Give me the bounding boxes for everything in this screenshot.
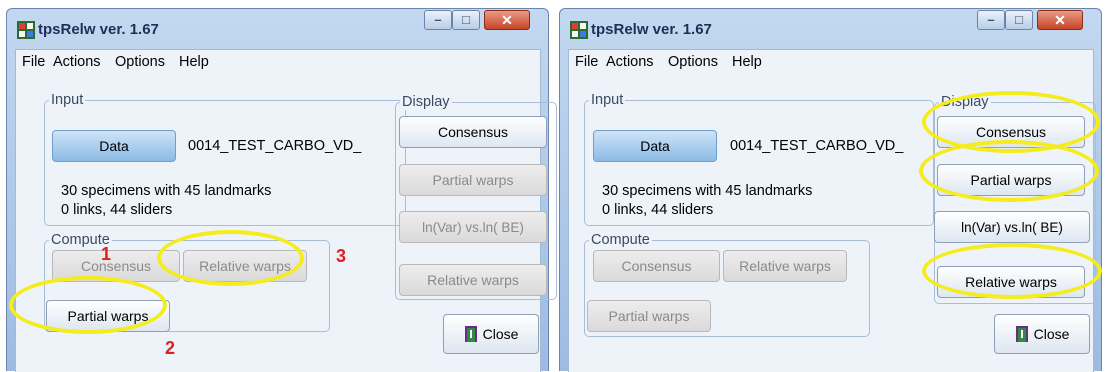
data-filename: 0014_TEST_CARBO_VD_ [188,138,362,154]
menu-help[interactable]: Help [732,54,762,70]
maximize-icon: □ [462,12,470,27]
display-lnvar-button[interactable]: ln(Var) vs.ln( BE) [934,211,1090,243]
title-bar[interactable]: tpsRelw ver. 1.67 – □ ✕ [560,9,1101,49]
minimize-button[interactable]: – [977,10,1005,30]
menu-options[interactable]: Options [115,54,165,70]
display-relative-warps-button[interactable]: Relative warps [399,264,547,296]
tpsrelw-window-right: tpsRelw ver. 1.67 – □ ✕ File Actions Opt… [553,0,1106,372]
data-button[interactable]: Data [52,130,176,162]
window-close-button[interactable]: ✕ [1037,10,1083,30]
menu-help[interactable]: Help [179,54,209,70]
maximize-button[interactable]: □ [452,10,480,30]
close-x-icon: ✕ [501,12,513,28]
display-relative-warps-button[interactable]: Relative warps [937,266,1085,298]
window-client: File Actions Options Help Input Data 001… [15,49,557,372]
compute-consensus-button[interactable]: Consensus [593,250,720,282]
step-1-label: 1 [101,244,112,264]
minimize-button[interactable]: – [424,10,452,30]
display-consensus-button[interactable]: Consensus [399,116,547,148]
title-bar[interactable]: tpsRelw ver. 1.67 – □ ✕ [7,9,548,49]
window-frame: tpsRelw ver. 1.67 – □ ✕ File Actions Opt… [559,8,1102,372]
window-title: tpsRelw ver. 1.67 [38,21,159,38]
app-icon [17,21,35,39]
compute-relative-warps-button[interactable]: Relative warps [723,250,847,282]
step-2-label: 2 [165,338,176,358]
close-button-label: Close [482,326,519,342]
close-button-label: Close [1033,326,1070,342]
specimens-count-text: 30 specimens with 45 landmarks [61,183,272,199]
data-filename: 0014_TEST_CARBO_VD_ [730,138,904,154]
door-exit-icon [464,326,477,342]
menu-file[interactable]: File [22,54,45,70]
app-icon [570,21,588,39]
menu-options[interactable]: Options [668,54,718,70]
display-partial-warps-button[interactable]: Partial warps [399,164,547,196]
display-consensus-button[interactable]: Consensus [937,116,1085,148]
window-client: File Actions Options Help Input Data 001… [568,49,1096,372]
compute-partial-warps-button[interactable]: Partial warps [46,300,170,332]
window-frame: tpsRelw ver. 1.67 – □ ✕ File Actions Opt… [6,8,557,372]
compute-consensus-button[interactable]: Consensus [52,250,180,282]
menu-actions[interactable]: Actions [53,54,101,70]
door-exit-icon [1015,326,1028,342]
display-legend: Display [939,94,991,110]
minimize-icon: – [987,12,995,27]
menu-bar: File Actions Options Help [16,50,540,72]
input-legend: Input [49,92,86,108]
data-button[interactable]: Data [593,130,717,162]
compute-partial-warps-button[interactable]: Partial warps [587,300,711,332]
minimize-icon: – [434,12,442,27]
close-button[interactable]: Close [994,314,1090,354]
maximize-button[interactable]: □ [1005,10,1033,30]
maximize-icon: □ [1015,12,1023,27]
compute-relative-warps-button[interactable]: Relative warps [183,250,307,282]
step-3-label: 3 [336,246,347,266]
menu-bar: File Actions Options Help [569,50,1093,72]
window-close-button[interactable]: ✕ [484,10,530,30]
display-partial-warps-button[interactable]: Partial warps [937,164,1085,196]
tpsrelw-window-left: tpsRelw ver. 1.67 – □ ✕ File Actions Opt… [0,0,557,372]
window-title: tpsRelw ver. 1.67 [591,21,712,38]
close-x-icon: ✕ [1054,12,1066,28]
display-lnvar-button[interactable]: ln(Var) vs.ln( BE) [399,211,547,243]
menu-file[interactable]: File [575,54,598,70]
links-sliders-text: 0 links, 44 sliders [61,202,173,218]
links-sliders-text: 0 links, 44 sliders [602,202,714,218]
menu-actions[interactable]: Actions [606,54,654,70]
compute-legend: Compute [589,232,652,248]
input-legend: Input [589,92,626,108]
display-legend: Display [400,94,452,110]
close-button[interactable]: Close [443,314,539,354]
specimens-count-text: 30 specimens with 45 landmarks [602,183,813,199]
